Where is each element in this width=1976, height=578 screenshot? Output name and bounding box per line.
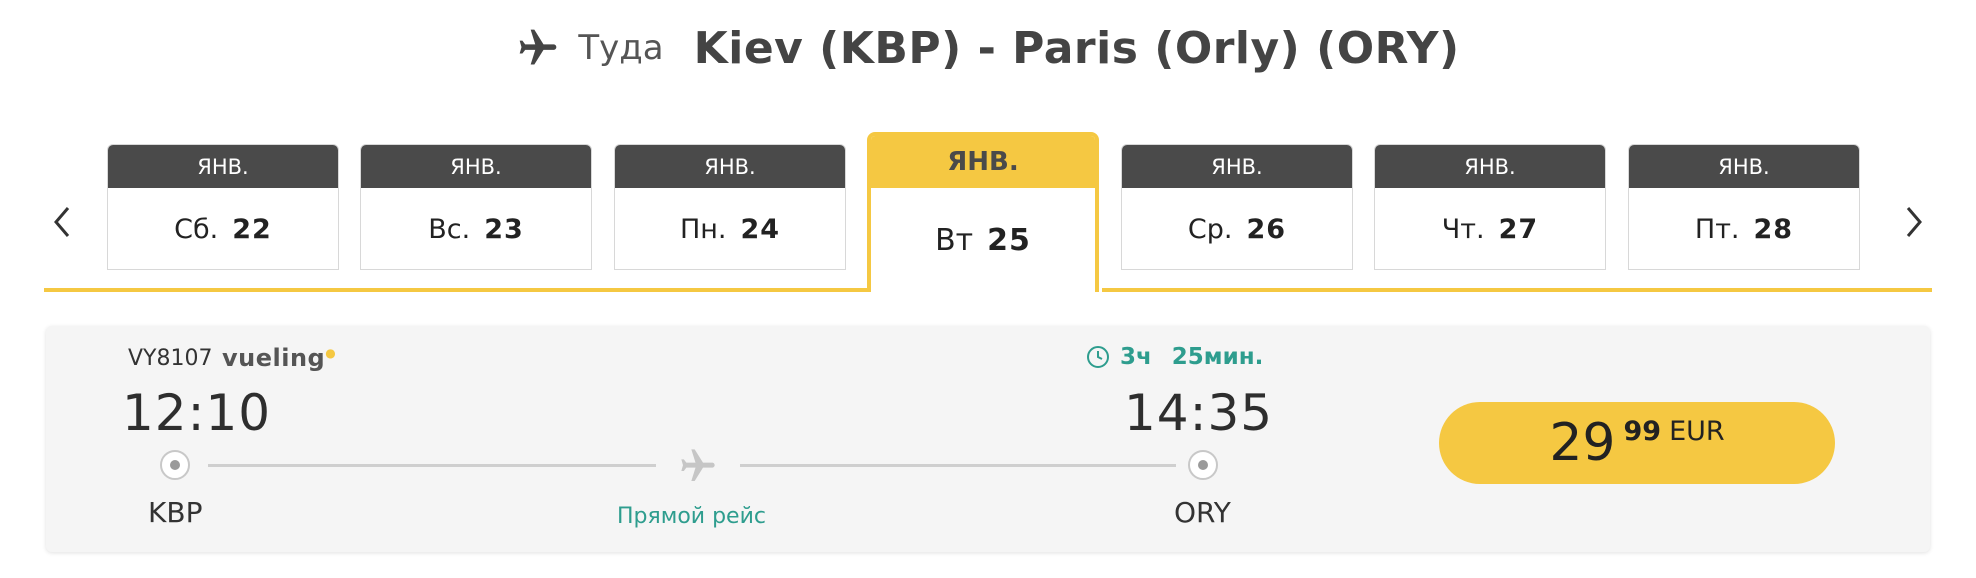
arrival-time: 14:35 [1124,384,1274,442]
date-selector: ЯНВ. Сб. 22 ЯНВ. Вс. 23 ЯНВ. Пн. 24 ЯНВ.… [44,130,1932,295]
weekday-label: Сб. [174,213,219,245]
date-option-24[interactable]: ЯНВ. Пн. 24 [614,144,846,270]
page-header: Туда Kiev (KBP) - Paris (Orly) (ORY) [0,18,1976,78]
day-number: 26 [1246,213,1287,245]
weekday-label: Вс. [428,213,471,245]
day-number: 28 [1753,213,1794,245]
weekday-label: Пн. [679,213,727,245]
weekday-label: Чт. [1441,213,1485,245]
day-number: 25 [987,222,1031,258]
weekday-label: Ср. [1187,213,1233,245]
departure-point-icon [160,450,190,480]
weekday-label: Пт. [1694,213,1740,245]
departure-airport-code: KBP [148,496,203,529]
previous-dates-button[interactable] [44,192,80,252]
date-option-25-selected[interactable]: ЯНВ. Вт 25 [867,132,1099,292]
day-number: 22 [232,213,272,245]
flight-duration: 3ч 25мин. [1086,344,1263,370]
price-currency: EUR [1669,416,1725,447]
direction-label: Туда [578,28,664,68]
month-label: ЯНВ. [1629,145,1859,188]
airplane-icon [520,29,557,65]
price-integer: 29 [1549,413,1616,473]
flight-result-card[interactable]: VY8107 vueling● 3ч 25мин. 12:10 14:35 KB… [46,326,1930,552]
duration-minutes: 25мин. [1171,344,1264,370]
route-line-right [740,464,1176,467]
month-label: ЯНВ. [108,145,338,188]
date-option-22[interactable]: ЯНВ. Сб. 22 [107,144,339,270]
chevron-left-icon [54,207,70,237]
airplane-icon [681,449,715,481]
month-label: ЯНВ. [615,145,845,188]
price-cents: 99 [1623,416,1662,447]
month-label: ЯНВ. [871,136,1095,188]
month-label: ЯНВ. [1375,145,1605,188]
stop-type-label: Прямой рейс [617,504,766,529]
departure-time: 12:10 [122,384,272,442]
airline-logo: vueling● [222,344,337,372]
next-dates-button[interactable] [1896,192,1932,252]
date-option-23[interactable]: ЯНВ. Вс. 23 [360,144,592,270]
arrival-point-icon [1188,450,1218,480]
airline-logo-dot: ● [325,346,337,360]
arrival-airport-code: ORY [1174,496,1231,529]
price-button[interactable]: 29 99 EUR [1439,402,1835,484]
date-strip-underline-left [44,288,874,292]
route-title: Kiev (KBP) - Paris (Orly) (ORY) [693,22,1460,74]
month-label: ЯНВ. [1122,145,1352,188]
weekday-label: Вт [935,222,974,258]
route-line-left [208,464,656,467]
chevron-right-icon [1906,207,1922,237]
flight-number: VY8107 [128,346,213,371]
date-strip-underline-right [1102,288,1932,292]
day-number: 24 [740,213,781,245]
day-number: 23 [484,213,524,245]
clock-icon [1087,346,1109,368]
month-label: ЯНВ. [361,145,591,188]
date-option-26[interactable]: ЯНВ. Ср. 26 [1121,144,1353,270]
day-number: 27 [1498,213,1539,245]
date-option-28[interactable]: ЯНВ. Пт. 28 [1628,144,1860,270]
duration-hours: 3ч [1120,344,1152,370]
date-option-27[interactable]: ЯНВ. Чт. 27 [1374,144,1606,270]
